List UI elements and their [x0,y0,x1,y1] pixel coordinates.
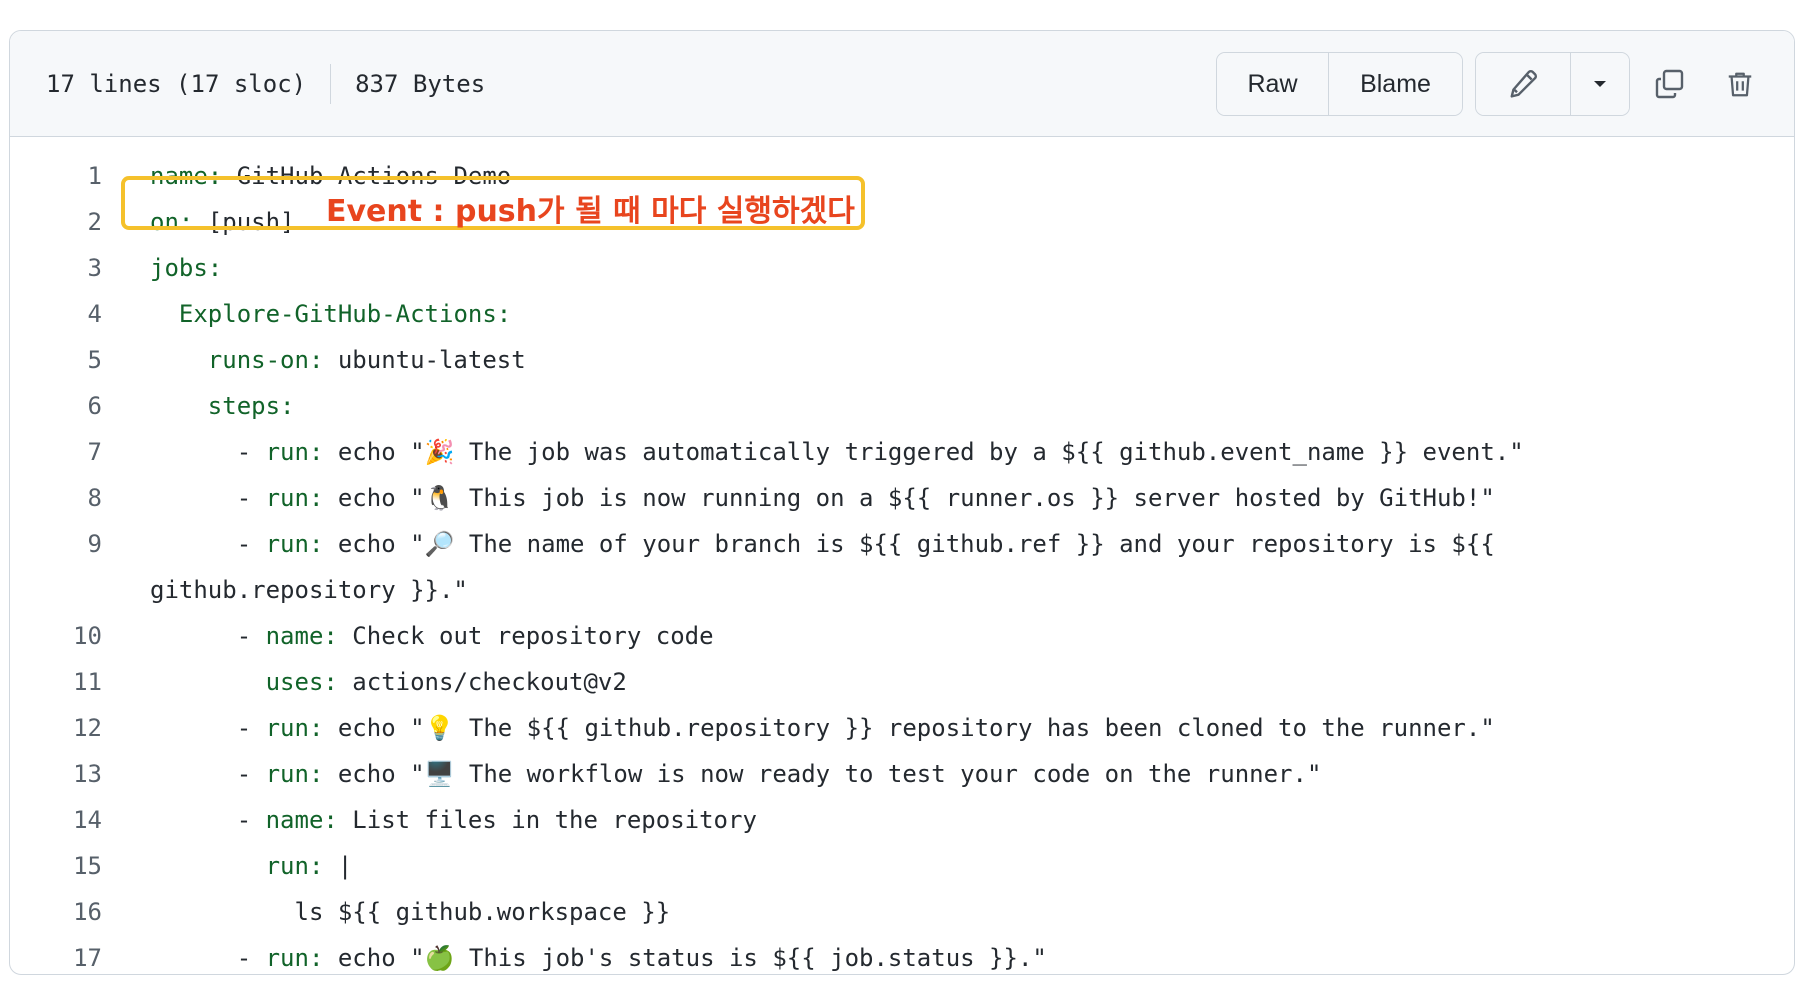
line-content: - run: echo "🖥️ The workflow is now read… [150,760,1322,788]
code-line: 6 steps: [10,383,1794,429]
copy-button[interactable] [1640,53,1700,115]
line-number[interactable]: 17 [10,935,102,974]
line-number[interactable]: 2 [10,199,102,245]
yaml-value: actions/checkout@v2 [337,668,627,696]
code-line: 16 ls ${{ github.workspace }} [10,889,1794,935]
file-info: 17 lines (17 sloc) 837 Bytes [46,63,486,104]
view-mode-group: Raw Blame [1216,52,1463,116]
blame-button[interactable]: Blame [1328,53,1462,115]
yaml-value: echo "🍏 This job's status is ${{ job.sta… [323,944,1047,972]
yaml-value: echo "🎉 The job was automatically trigge… [323,438,1524,466]
code-line: 13 - run: echo "🖥️ The workflow is now r… [10,751,1794,797]
line-content: run: | [102,843,1720,889]
code-line: 8 - run: echo "🐧 This job is now running… [10,475,1794,521]
line-number[interactable]: 11 [10,659,102,705]
yaml-value: echo "💡 The ${{ github.repository }} rep… [323,714,1495,742]
line-number[interactable]: 1 [10,153,102,199]
line-content: - name: Check out repository code [150,622,714,650]
code-line: 4 Explore-GitHub-Actions: [10,291,1794,337]
line-content: Explore-GitHub-Actions: [102,291,1720,337]
yaml-key: run: [265,714,324,742]
line-content: - run: echo "🐧 This job is now running o… [150,484,1495,512]
yaml-value: echo "🔎 The name of your branch is ${{ g… [150,530,1510,604]
code-line: 5 runs-on: ubuntu-latest [10,337,1794,383]
yaml-key: name: [265,806,338,834]
line-content: runs-on: ubuntu-latest [102,337,1720,383]
yaml-value: Check out repository code [337,622,714,650]
trash-icon [1728,72,1752,97]
code-view: 1 name: GitHub Actions Demo 2 on: [push] 3 jo… [10,137,1794,974]
line-number[interactable]: 9 [10,521,102,613]
edit-group [1475,52,1630,116]
line-number[interactable]: 3 [10,245,102,291]
line-number[interactable]: 5 [10,337,102,383]
copy-icon [1655,69,1684,99]
code-line: 12 - run: echo "💡 The ${{ github.reposit… [10,705,1794,751]
code-line: 7 - run: echo "🎉 The job was automatical… [10,429,1794,475]
yaml-key: uses: [265,668,338,696]
file-viewer: 17 lines (17 sloc) 837 Bytes Raw Blame 1… [9,30,1795,975]
yaml-value: echo "🐧 This job is now running on a ${{… [323,484,1495,512]
yaml-key: run: [265,530,324,558]
line-number[interactable]: 15 [10,843,102,889]
line-number[interactable]: 7 [10,429,102,475]
annotation-text: Event : push가 될 때 마다 실행하겠다 [326,194,855,229]
yaml-value: echo "🖥️ The workflow is now ready to te… [323,760,1322,788]
yaml-value: ubuntu-latest [323,346,526,374]
raw-button[interactable]: Raw [1217,53,1328,115]
file-size: 837 Bytes [355,69,486,98]
line-content: uses: actions/checkout@v2 [102,659,1720,705]
line-content: - run: echo "🍏 This job's status is ${{ … [150,944,1047,972]
line-content: - run: echo "🎉 The job was automatically… [150,438,1524,466]
yaml-key: run: [265,484,324,512]
file-header: 17 lines (17 sloc) 837 Bytes Raw Blame [10,31,1794,137]
code-line: 11 uses: actions/checkout@v2 [10,659,1794,705]
line-content: jobs: [102,245,1720,291]
line-count: 17 lines (17 sloc) [46,69,307,98]
code-line: 9 - run: echo "🔎 The name of your branch… [10,521,1794,613]
code-line: 17 - run: echo "🍏 This job's status is $… [10,935,1794,974]
line-content: steps: [102,383,1720,429]
yaml-key: steps: [207,392,295,420]
line-content: - name: List files in the repository [150,806,757,834]
yaml-value: List files in the repository [337,806,757,834]
line-number[interactable]: 16 [10,889,102,935]
line-number[interactable]: 4 [10,291,102,337]
code-line: 14 - name: List files in the repository [10,797,1794,843]
yaml-key: name: [265,622,338,650]
delete-button[interactable] [1710,53,1770,115]
yaml-key: jobs: [150,254,223,282]
yaml-key: Explore-GitHub-Actions: [178,300,512,328]
line-number[interactable]: 10 [10,613,102,659]
yaml-key: run: [265,438,324,466]
line-number[interactable]: 14 [10,797,102,843]
yaml-key: run: [265,944,324,972]
pencil-icon [1510,70,1537,98]
line-number[interactable]: 8 [10,475,102,521]
info-divider [330,63,332,104]
edit-options-button[interactable] [1570,53,1629,115]
yaml-key: run: [265,852,324,880]
line-number[interactable]: 6 [10,383,102,429]
yaml-key: run: [265,760,324,788]
line-content: - run: echo "🔎 The name of your branch i… [150,530,1510,604]
code-line: 10 - name: Check out repository code [10,613,1794,659]
line-content: - run: echo "💡 The ${{ github.repository… [150,714,1495,742]
yaml-value: ls ${{ github.workspace }} [294,898,671,926]
caret-down-icon [1594,81,1606,87]
file-actions: Raw Blame [1216,52,1770,116]
yaml-value: | [323,852,353,880]
line-number[interactable]: 12 [10,705,102,751]
yaml-key: runs-on: [207,346,324,374]
line-content: ls ${{ github.workspace }} [102,889,1720,935]
edit-button[interactable] [1476,53,1570,115]
code-line: 15 run: | [10,843,1794,889]
code-line: 3 jobs: [10,245,1794,291]
line-number[interactable]: 13 [10,751,102,797]
